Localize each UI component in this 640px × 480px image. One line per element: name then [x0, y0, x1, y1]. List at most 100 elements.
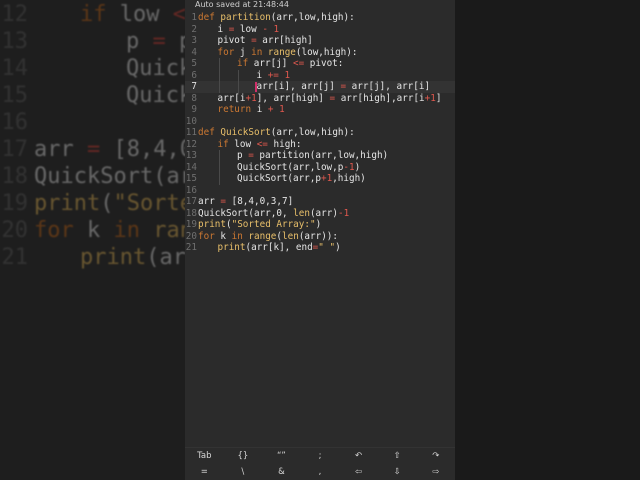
line-number: 18	[185, 207, 197, 219]
indent-guide	[238, 69, 239, 81]
semicolon-key[interactable]: ;	[301, 451, 340, 461]
code-line[interactable]: 3 pivot = arr[high]	[185, 35, 455, 47]
undo-key[interactable]: ↶	[339, 451, 378, 461]
token: p	[126, 29, 153, 54]
code-line[interactable]: 8 arr[i+1], arr[high] = arr[high],arr[i+1…	[185, 93, 455, 105]
token: i	[217, 23, 229, 35]
arrow-down-key[interactable]: ⇩	[378, 467, 417, 477]
token: QuickSort(arr,low,p	[237, 161, 344, 173]
token: i	[251, 104, 268, 115]
line-number: 4	[191, 46, 197, 58]
code-line[interactable]: 6i += 1	[185, 69, 455, 81]
code-editor-screen: Auto saved at 21:48:44 1def partition(ar…	[185, 0, 455, 480]
ampersand-key[interactable]: &	[262, 467, 301, 477]
code-line[interactable]: 7 arr[i], arr[j] = arr[j], arr[i]	[185, 81, 455, 93]
code-line[interactable]: 12 if low <= high:	[185, 139, 455, 151]
token-kw: def	[198, 127, 221, 138]
redo-key[interactable]: ↷	[416, 451, 455, 461]
code-line[interactable]: 21 print(arr[k], end=" ")	[185, 242, 455, 254]
code-line[interactable]: 19print("Sorted Array:")	[185, 219, 455, 231]
quotes-key[interactable]: “”	[262, 451, 301, 461]
token-fn: len	[282, 230, 299, 242]
token: ], arr[high]	[256, 92, 330, 104]
token: arr[j], arr[i]	[346, 81, 431, 92]
line-number: 21	[185, 242, 197, 253]
token-op: <=	[256, 138, 268, 150]
shift-key[interactable]: ⇧	[378, 451, 417, 461]
line-number: 14	[185, 161, 197, 173]
line-number: 5	[191, 58, 197, 69]
braces-key[interactable]: {}	[224, 451, 263, 461]
code-text: for k in range(len(arr)):	[198, 231, 338, 242]
token: ,high)	[332, 173, 366, 184]
code-text: for j in range(low,high):	[198, 46, 358, 58]
code-line[interactable]: 15 QuickSort(arr,p+1,high)	[185, 173, 455, 185]
background-line-number: 18	[1, 164, 29, 189]
code-line[interactable]: 18QuickSort(arr,0, len(arr)-1	[185, 208, 455, 220]
indent-guide	[218, 161, 220, 173]
code-line[interactable]: 1def partition(arr,low,high):	[185, 12, 455, 24]
background-line-number: 19	[1, 191, 29, 216]
code-text: QuickSort(arr,low,p-1)	[198, 162, 360, 173]
arrow-right-key[interactable]: ⇨	[416, 467, 455, 477]
token-op: 1	[343, 207, 350, 219]
token-fn: print	[34, 191, 101, 216]
tab-key[interactable]: Tab	[185, 451, 224, 461]
code-text: pivot = arr[high]	[198, 35, 313, 46]
code-text: QuickSort(arr,0, len(arr)-1	[198, 208, 349, 219]
line-number: 8	[191, 92, 197, 104]
token-kw: def	[198, 12, 221, 23]
background-line-number: 21	[1, 245, 29, 270]
token: (arr)	[309, 207, 338, 219]
line-number: 10	[185, 115, 197, 127]
background-line-number: 15	[1, 83, 29, 108]
background-line-number: 13	[1, 29, 29, 54]
token-fn: range	[248, 230, 277, 242]
token: partition(arr,low,high)	[253, 150, 389, 161]
extra-keys-row-1: Tab{} “”; ↶ ⇧ ↷	[185, 448, 455, 464]
code-line[interactable]: 13 p = partition(arr,low,high)	[185, 150, 455, 162]
code-line[interactable]: 9 return i + 1	[185, 104, 455, 116]
code-text: return i + 1	[198, 104, 285, 115]
indent-guide	[218, 58, 220, 70]
token: ]	[435, 92, 442, 104]
code-line[interactable]: 14 QuickSort(arr,low,p-1)	[185, 161, 455, 173]
arrow-left-key[interactable]: ⇦	[339, 467, 378, 477]
token: )	[354, 161, 361, 173]
code-line[interactable]: 16	[185, 185, 455, 197]
token-kw: if	[80, 2, 107, 27]
extra-keys-row-2: = \ &, ⇦ ⇩ ⇨	[185, 464, 455, 480]
token: low	[228, 138, 257, 150]
token: pivot	[217, 35, 252, 46]
code-line[interactable]: 4 for j in range(low,high):	[185, 47, 455, 59]
token-kw: if	[217, 138, 229, 150]
text-cursor	[254, 82, 257, 92]
backslash-key[interactable]: \	[224, 467, 263, 477]
code-text: def partition(arr,low,high):	[198, 12, 355, 23]
token: (	[100, 191, 114, 216]
comma-key[interactable]: ,	[301, 467, 340, 477]
token: k	[73, 218, 114, 243]
code-line[interactable]: 2i = low - 1	[185, 24, 455, 36]
token-op: =	[86, 137, 101, 162]
background-line-number: 14	[1, 56, 29, 81]
line-number: 11	[185, 127, 197, 138]
token: j	[234, 46, 252, 58]
token-op: +=	[267, 69, 279, 81]
code-text: def QuickSort(arr,low,high):	[198, 127, 355, 138]
code-line[interactable]: 5 if arr[j] <= pivot:	[185, 58, 455, 70]
equals-key[interactable]: =	[185, 467, 224, 477]
token-fn: QuickSort	[220, 127, 271, 138]
token: (arr,low,high):	[270, 12, 355, 23]
code-line[interactable]: 20for k in range(len(arr)):	[185, 231, 455, 243]
code-text: arr[i+1], arr[high] = arr[high],arr[i+1]	[198, 92, 442, 104]
code-line[interactable]: 10	[185, 116, 455, 128]
code-area[interactable]: 1def partition(arr,low,high): 2 i = low - …	[185, 12, 455, 254]
code-text: p = partition(arr,low,high)	[198, 150, 388, 161]
token: arr	[198, 196, 221, 207]
code-line[interactable]: 11def QuickSort(arr,low,high):	[185, 127, 455, 139]
code-line[interactable]: 17arr = [8,4,0,3,7]	[185, 196, 455, 208]
token-kw: in	[113, 218, 141, 243]
token: low	[234, 23, 263, 35]
